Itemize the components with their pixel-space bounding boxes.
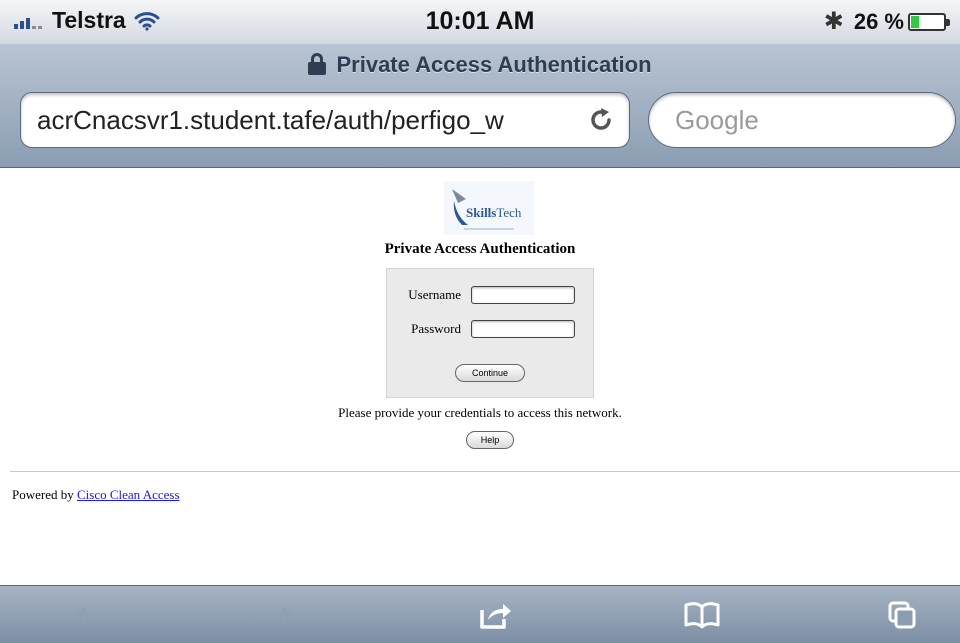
back-icon[interactable]	[58, 594, 102, 636]
divider	[10, 471, 960, 472]
password-row: Password	[387, 317, 595, 341]
username-row: Username	[387, 283, 595, 307]
battery-icon	[908, 12, 950, 31]
lock-icon	[308, 53, 327, 75]
footer: Powered by Cisco Clean Access	[12, 487, 180, 503]
password-label: Password	[411, 321, 461, 336]
page-title: Private Access Authentication	[0, 52, 960, 78]
continue-button[interactable]: Continue	[455, 364, 525, 382]
status-time: 10:01 AM	[425, 7, 535, 35]
status-right: ✱ 26 %	[823, 7, 950, 36]
url-text[interactable]: acrCnacsvr1.student.tafe/auth/perfigo_w	[37, 105, 581, 136]
bottom-toolbar	[0, 585, 960, 643]
browser-chrome: Private Access Authentication acrCnacsvr…	[0, 44, 960, 168]
share-icon[interactable]	[474, 594, 518, 636]
footer-prefix: Powered by	[12, 487, 74, 502]
reload-icon[interactable]	[581, 100, 621, 140]
bookmarks-icon[interactable]	[680, 594, 724, 636]
auth-heading: Private Access Authentication	[384, 241, 576, 257]
username-input[interactable]	[471, 286, 575, 304]
pages-icon[interactable]	[880, 594, 924, 636]
forward-icon[interactable]	[266, 594, 310, 636]
skillstech-logo: SkillsTech	[444, 181, 534, 235]
bluetooth-icon: ✱	[823, 8, 844, 35]
page-title-text: Private Access Authentication	[336, 52, 652, 77]
username-label: Username	[408, 287, 461, 302]
cisco-clean-access-link[interactable]: Cisco Clean Access	[77, 487, 180, 502]
search-field[interactable]	[648, 92, 956, 148]
battery-fill	[911, 15, 919, 28]
help-button[interactable]: Help	[466, 431, 514, 449]
status-bar: Telstra 10:01 AM ✱ 26 %	[0, 0, 960, 44]
address-bar[interactable]: acrCnacsvr1.student.tafe/auth/perfigo_w	[20, 92, 630, 148]
web-content: SkillsTech Private Access Authentication…	[0, 169, 960, 585]
login-form: Username Password Continue	[386, 268, 594, 398]
battery-percent: 26 %	[853, 8, 904, 34]
instructions-text: Please provide your credentials to acces…	[338, 405, 622, 420]
logo-text: SkillsTech	[466, 205, 522, 220]
password-input[interactable]	[471, 320, 575, 338]
